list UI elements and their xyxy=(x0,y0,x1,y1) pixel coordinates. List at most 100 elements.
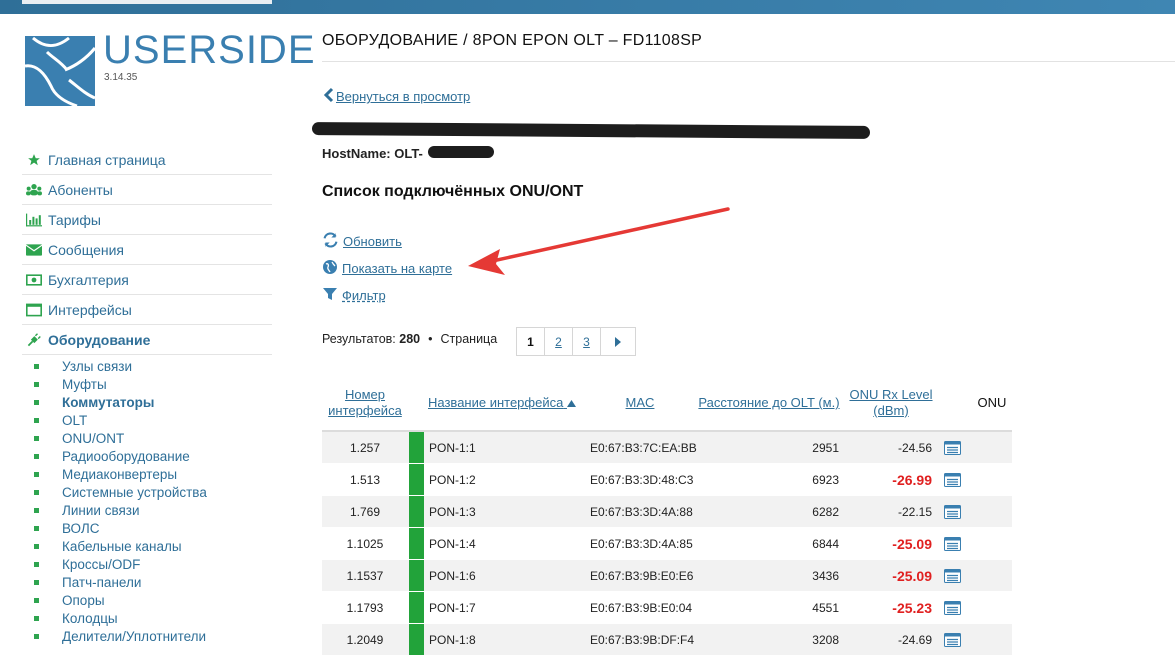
submenu-label: Делители/Уплотнители xyxy=(62,628,207,644)
window-icon xyxy=(26,302,42,318)
bullet xyxy=(34,489,39,495)
cell-interface-number: 1.257 xyxy=(349,440,381,455)
page-3-button[interactable]: 3 xyxy=(573,328,601,355)
sidebar-item-label: Главная страница xyxy=(48,151,166,168)
submenu-item[interactable]: Муфты xyxy=(34,375,274,393)
submenu-item[interactable]: ВОЛС xyxy=(34,519,274,537)
col-header-num[interactable]: Номер интерфейса xyxy=(322,387,408,419)
onu-card-icon[interactable] xyxy=(942,496,962,527)
sidebar-item-accounting[interactable]: Бухгалтерия xyxy=(22,265,272,295)
submenu-label: Патч-панели xyxy=(62,574,142,590)
submenu-label: Коммутаторы xyxy=(62,394,155,410)
cell-distance: 6844 xyxy=(812,536,839,551)
filter-link[interactable]: Фильтр xyxy=(322,286,386,305)
submenu-label: Системные устройства xyxy=(62,484,207,500)
submenu-label: Колодцы xyxy=(62,610,118,626)
cell-interface-number: 1.1025 xyxy=(346,536,384,551)
onu-card-icon[interactable] xyxy=(942,528,962,559)
sidebar-item-label: Сообщения xyxy=(48,241,124,258)
redacted-equipment-name xyxy=(311,122,871,139)
submenu-item[interactable]: ONU/ONT xyxy=(34,429,274,447)
sidebar-item-equipment[interactable]: Оборудование xyxy=(22,325,272,355)
page-2-button[interactable]: 2 xyxy=(545,328,573,355)
envelope-icon xyxy=(26,242,42,258)
sidebar-item-subscribers[interactable]: Абоненты xyxy=(22,175,272,205)
cell-interface-number: 1.769 xyxy=(349,504,381,519)
table-row[interactable]: 1.1025 PON-1:4 E0:67:B3:3D:4A:85 6844 -2… xyxy=(322,528,1012,560)
filter-label: Фильтр xyxy=(342,288,386,303)
submenu-item[interactable]: Узлы связи xyxy=(34,357,274,375)
submenu-item[interactable]: Медиаконвертеры xyxy=(34,465,274,483)
onu-table-body: 1.257 PON-1:1 E0:67:B3:7C:EA:BB 2951 -24… xyxy=(322,432,1012,656)
results-label: Результатов: xyxy=(322,332,396,346)
submenu-item[interactable]: Делители/Уплотнители xyxy=(34,627,274,645)
submenu-item[interactable]: OLT xyxy=(34,411,274,429)
submenu-item-active[interactable]: Коммутаторы xyxy=(34,393,274,411)
table-row[interactable]: 1.257 PON-1:1 E0:67:B3:7C:EA:BB 2951 -24… xyxy=(322,432,1012,464)
cell-distance: 3208 xyxy=(812,632,839,647)
submenu-label: OLT xyxy=(62,412,88,428)
submenu-label: Опоры xyxy=(62,592,105,608)
back-link[interactable]: Вернуться в просмотр xyxy=(322,87,470,106)
section-title: Список подключённых ONU/ONT xyxy=(322,183,584,200)
cell-interface-name: PON-1:4 xyxy=(429,536,476,551)
cell-interface-name: PON-1:6 xyxy=(429,568,476,583)
sidebar-item-messages[interactable]: Сообщения xyxy=(22,235,272,265)
cell-distance: 6282 xyxy=(812,504,839,519)
sidebar-item-home[interactable]: Главная страница xyxy=(22,145,272,175)
cell-rx-level: -25.09 xyxy=(892,567,932,584)
show-on-map-label: Показать на карте xyxy=(342,261,453,276)
onu-card-icon[interactable] xyxy=(942,624,962,655)
page-1-button[interactable]: 1 xyxy=(517,328,545,355)
submenu-item[interactable]: Колодцы xyxy=(34,609,274,627)
refresh-icon xyxy=(322,232,339,251)
submenu-label: Кабельные каналы xyxy=(62,538,182,554)
col-header-rx-level[interactable]: ONU Rx Level (dBm) xyxy=(846,387,936,419)
table-row[interactable]: 1.769 PON-1:3 E0:67:B3:3D:4A:88 6282 -22… xyxy=(322,496,1012,528)
submenu-label: Медиаконвертеры xyxy=(62,466,178,482)
table-row[interactable]: 1.2049 PON-1:8 E0:67:B3:9B:DF:F4 3208 -2… xyxy=(322,624,1012,656)
bullet xyxy=(34,435,39,441)
bullet xyxy=(34,579,39,585)
submenu-item[interactable]: Линии связи xyxy=(34,501,274,519)
users-icon xyxy=(26,182,42,198)
bullet xyxy=(34,525,39,531)
cell-interface-name: PON-1:2 xyxy=(429,472,476,487)
sidebar-item-tariffs[interactable]: Тарифы xyxy=(22,205,272,235)
submenu-item[interactable]: Системные устройства xyxy=(34,483,274,501)
col-header-name[interactable]: Название интерфейса xyxy=(428,395,588,411)
cell-rx-level: -22.15 xyxy=(897,504,932,519)
cell-rx-level: -24.56 xyxy=(897,440,932,455)
cell-distance: 2951 xyxy=(812,440,839,455)
bullet xyxy=(34,597,39,603)
submenu-item[interactable]: Кроссы/ODF xyxy=(34,555,274,573)
status-indicator xyxy=(409,560,424,591)
bullet xyxy=(34,543,39,549)
submenu-item[interactable]: Опоры xyxy=(34,591,274,609)
submenu-item[interactable]: Патч-панели xyxy=(34,573,274,591)
onu-card-icon[interactable] xyxy=(942,432,962,463)
bullet xyxy=(34,507,39,513)
onu-card-icon[interactable] xyxy=(942,592,962,623)
bullet xyxy=(34,363,39,369)
sidebar-item-interfaces[interactable]: Интерфейсы xyxy=(22,295,272,325)
onu-card-icon[interactable] xyxy=(942,560,962,591)
table-row[interactable]: 1.513 PON-1:2 E0:67:B3:3D:48:C3 6923 -26… xyxy=(322,464,1012,496)
col-header-mac[interactable]: MAC xyxy=(610,395,670,411)
top-bar xyxy=(0,0,1175,14)
submenu-item[interactable]: Радиооборудование xyxy=(34,447,274,465)
col-header-distance[interactable]: Расстояние до OLT (м.) xyxy=(694,395,844,411)
title-divider xyxy=(322,61,1175,62)
sidebar-item-label: Интерфейсы xyxy=(48,301,132,318)
cell-interface-name: PON-1:3 xyxy=(429,504,476,519)
logo-icon[interactable] xyxy=(25,36,95,106)
refresh-link[interactable]: Обновить xyxy=(322,232,402,251)
play-right-icon xyxy=(615,336,621,347)
table-row[interactable]: 1.1537 PON-1:6 E0:67:B3:9B:E0:E6 3436 -2… xyxy=(322,560,1012,592)
show-on-map-link[interactable]: Показать на карте xyxy=(322,259,452,278)
back-link-label[interactable]: Вернуться в просмотр xyxy=(336,89,470,104)
table-row[interactable]: 1.1793 PON-1:7 E0:67:B3:9B:E0:04 4551 -2… xyxy=(322,592,1012,624)
onu-card-icon[interactable] xyxy=(942,464,962,495)
submenu-item[interactable]: Кабельные каналы xyxy=(34,537,274,555)
next-page-button[interactable] xyxy=(601,328,635,355)
